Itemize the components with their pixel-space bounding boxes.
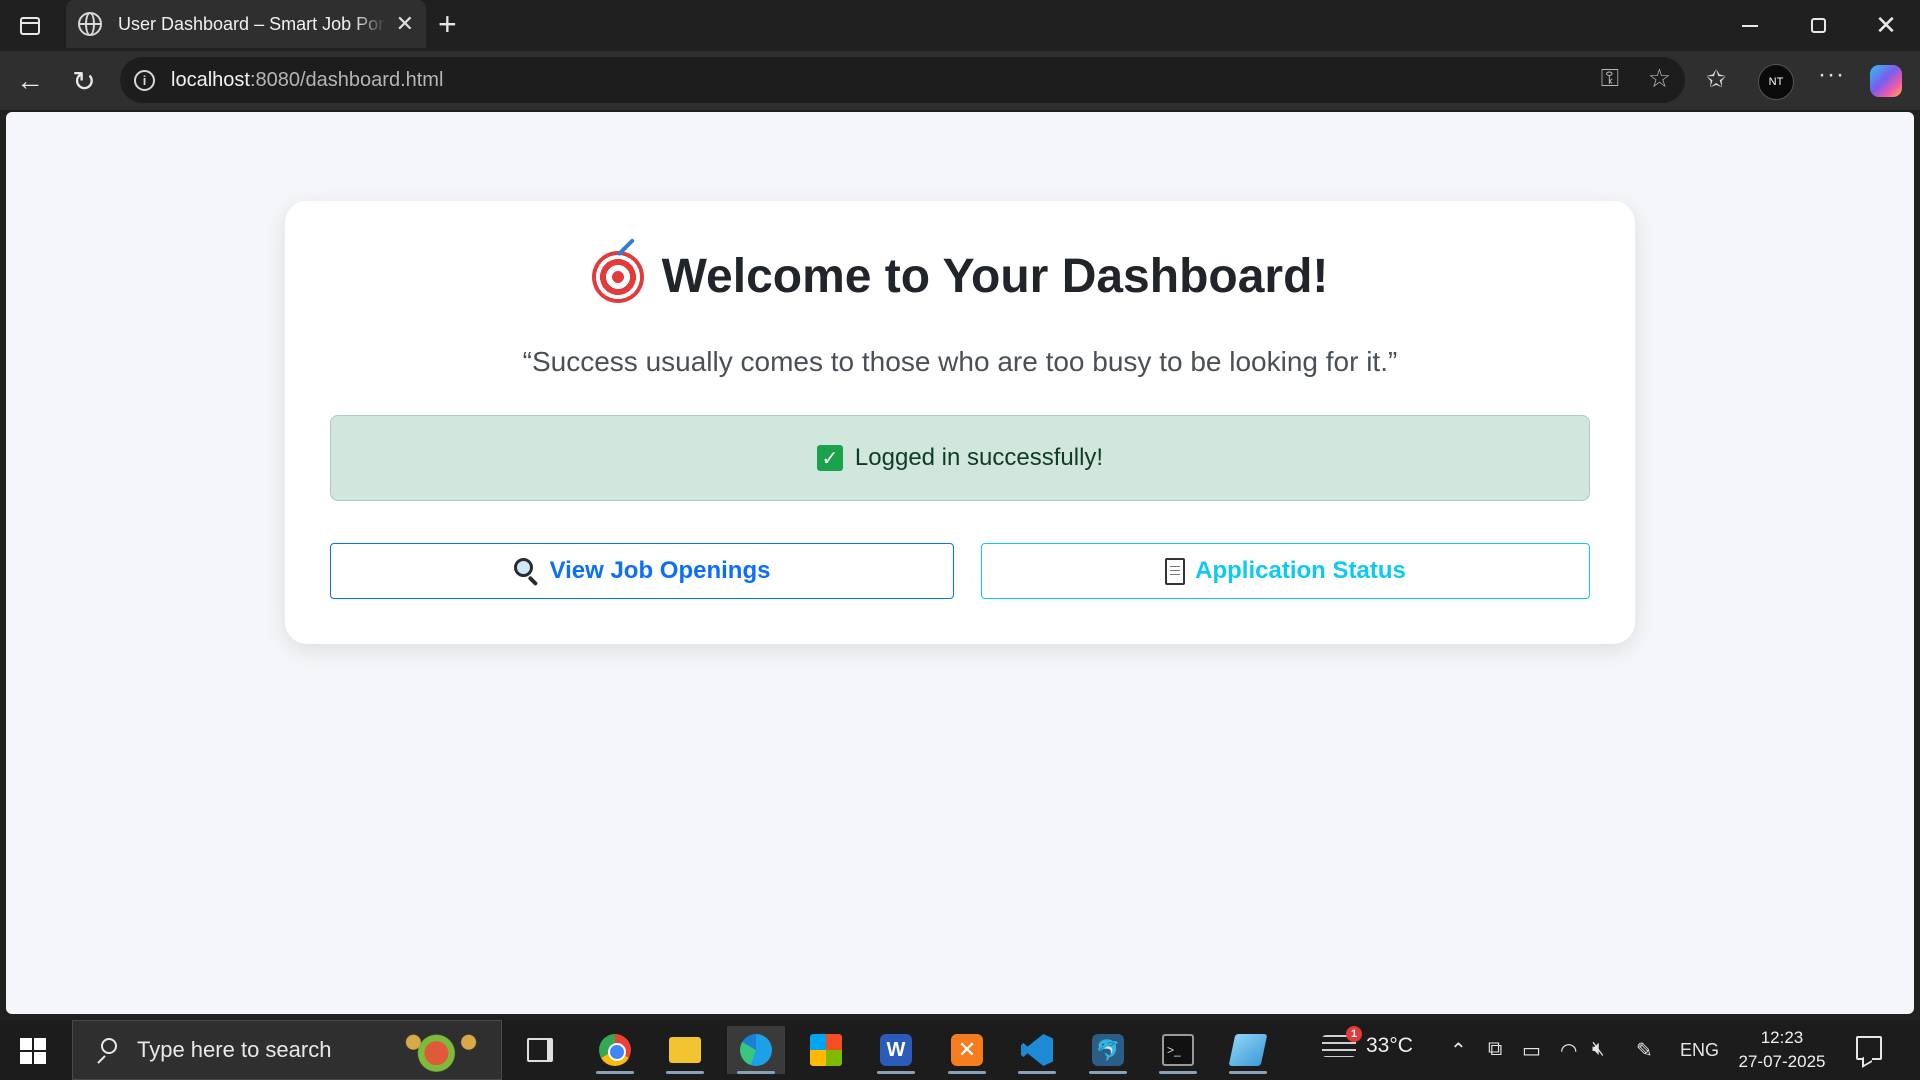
tab-title: User Dashboard – Smart Job Portal [118, 13, 386, 34]
taskbar-search-box[interactable]: Type here to search [72, 1020, 502, 1080]
browser-titlebar: User Dashboard – Smart Job Portal ✕ + ✕ [0, 0, 1920, 51]
window-close-button[interactable]: ✕ [1852, 0, 1920, 51]
meet-now-icon[interactable]: ⧉ [1488, 1038, 1502, 1061]
application-status-label: Application Status [1195, 557, 1406, 584]
view-job-openings-label: View Job Openings [549, 557, 771, 584]
clock-time: 12:23 [1760, 1028, 1804, 1047]
alert-text: Logged in successfully! [854, 444, 1104, 471]
more-icon[interactable]: ··· [1818, 61, 1845, 89]
taskbar-word[interactable]: W [867, 1026, 925, 1074]
refresh-icon: ↻ [72, 65, 96, 97]
back-arrow-icon: ← [16, 65, 44, 96]
weather-temp: 33°C [1366, 1034, 1413, 1057]
weather-alert-badge: 1 [1346, 1026, 1362, 1042]
vscode-icon [1021, 1034, 1053, 1066]
restore-icon [1810, 18, 1826, 33]
login-success-alert: ✓ Logged in successfully! [330, 415, 1590, 501]
taskbar-store[interactable] [797, 1026, 855, 1074]
terminal-icon: >_ [1162, 1034, 1194, 1066]
page-title: Welcome to Your Dashboard! [285, 249, 1635, 304]
browser-toolbar: ← ↻ i localhost:8080/dashboard.html ⚿ ☆ … [0, 51, 1920, 110]
url-host: localhost [171, 68, 250, 91]
edge-icon [740, 1034, 772, 1066]
notification-center-icon[interactable] [1856, 1036, 1882, 1060]
chrome-icon [599, 1034, 631, 1066]
browser-tab-active[interactable]: User Dashboard – Smart Job Portal ✕ [66, 0, 426, 48]
wifi-icon[interactable]: ◠ [1560, 1038, 1577, 1063]
address-bar[interactable]: i localhost:8080/dashboard.html ⚿ ☆ [120, 57, 1685, 103]
show-hidden-icons-chevron-icon[interactable]: ⌃ [1450, 1038, 1467, 1063]
notes-icon [1228, 1034, 1268, 1066]
weather-icon: 1 [1322, 1026, 1362, 1057]
taskbar-xampp[interactable]: ✕ [938, 1026, 996, 1074]
window-restore-button[interactable] [1784, 0, 1852, 51]
search-icon [95, 1038, 119, 1064]
tab-close-button[interactable]: ✕ [396, 13, 414, 35]
mysql-workbench-icon: 🐬 [1092, 1034, 1124, 1066]
page-viewport: Welcome to Your Dashboard! “Success usua… [6, 112, 1914, 1014]
star-icon[interactable]: ☆ [1648, 63, 1671, 94]
battery-icon[interactable]: ▭ [1522, 1038, 1541, 1063]
refresh-button[interactable]: ↻ [64, 61, 104, 101]
window-minimize-button[interactable] [1716, 0, 1784, 51]
taskbar-mysql-workbench[interactable]: 🐬 [1079, 1026, 1137, 1074]
weather-widget[interactable]: 1 33°C [1322, 1026, 1413, 1058]
check-icon: ✓ [816, 445, 843, 471]
target-icon [591, 250, 644, 303]
language-indicator[interactable]: ENG [1680, 1040, 1719, 1061]
search-highlight-illustration [395, 1029, 487, 1073]
store-icon [810, 1034, 842, 1066]
xampp-icon: ✕ [951, 1034, 983, 1066]
taskbar-chrome[interactable] [586, 1026, 644, 1074]
copilot-icon[interactable] [1870, 65, 1902, 97]
back-button[interactable]: ← [10, 61, 50, 101]
motivational-quote: “Success usually comes to those who are … [522, 346, 1398, 377]
start-button[interactable] [20, 1038, 46, 1064]
view-job-openings-button[interactable]: View Job Openings [330, 543, 954, 599]
taskbar-vscode[interactable] [1008, 1026, 1066, 1074]
magnifier-icon [513, 558, 540, 587]
search-placeholder: Type here to search [137, 1037, 332, 1062]
clock-date: 27-07-2025 [1738, 1052, 1826, 1071]
taskbar-file-explorer[interactable] [656, 1026, 714, 1074]
new-tab-button[interactable]: + [438, 8, 457, 40]
taskbar-edge[interactable] [727, 1026, 785, 1074]
key-icon[interactable]: ⚿ [1601, 65, 1619, 93]
sidebar-icon [20, 16, 40, 35]
volume-muted-icon[interactable]: 🔇︎ [1592, 1038, 1605, 1061]
globe-icon [78, 12, 102, 36]
taskbar: Type here to search W ✕ 🐬 >_ 1 33°C ⌃ ⧉ … [0, 1020, 1920, 1080]
application-status-button[interactable]: Application Status [981, 543, 1590, 599]
system-clock[interactable]: 12:23 27-07-2025 [1728, 1026, 1836, 1074]
task-view-icon [527, 1038, 553, 1062]
minimize-icon [1742, 24, 1758, 27]
profile-avatar[interactable]: NT [1758, 64, 1794, 100]
taskbar-notes[interactable] [1219, 1026, 1277, 1074]
folder-icon [669, 1037, 701, 1063]
task-view-button[interactable] [511, 1026, 569, 1074]
document-icon [1165, 557, 1186, 585]
favorites-icon[interactable]: ✩ [1706, 65, 1726, 94]
pen-icon[interactable]: ✎ [1636, 1038, 1653, 1063]
sidebar-toggle-button[interactable] [0, 0, 60, 51]
url-path: :8080/dashboard.html [249, 68, 444, 91]
dashboard-card: Welcome to Your Dashboard! “Success usua… [285, 201, 1635, 644]
taskbar-terminal[interactable]: >_ [1149, 1026, 1207, 1074]
page-title-text: Welcome to Your Dashboard! [661, 250, 1329, 303]
info-icon[interactable]: i [134, 69, 155, 91]
word-icon: W [880, 1034, 912, 1066]
